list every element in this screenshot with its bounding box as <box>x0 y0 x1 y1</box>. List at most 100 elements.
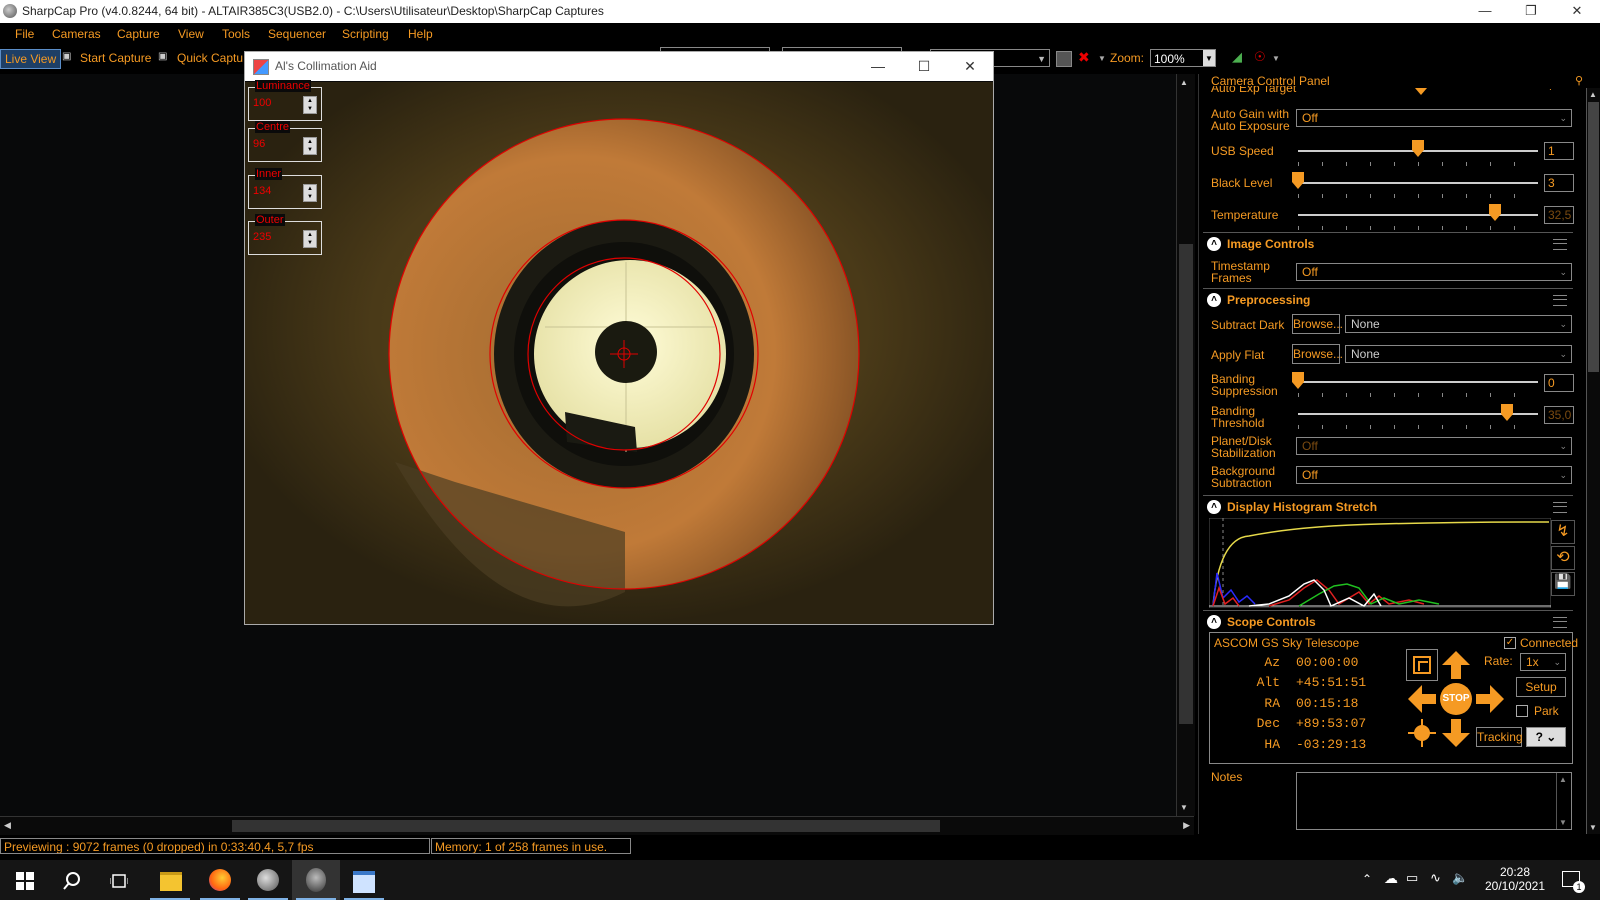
menu-view[interactable]: View <box>178 27 204 41</box>
inner-value[interactable]: 134 <box>253 185 299 197</box>
auto-gain-select[interactable]: Off ⌄ <box>1296 109 1572 127</box>
menu-help[interactable]: Help <box>408 27 433 41</box>
down-arrow-icon[interactable]: ▼ <box>304 239 316 247</box>
banding-suppression-slider[interactable] <box>1298 381 1538 383</box>
chevron-down-icon[interactable]: ▼ <box>1272 54 1280 63</box>
up-arrow-icon[interactable]: ▲ <box>304 185 316 193</box>
dialog-close-button[interactable]: ✕ <box>947 52 993 81</box>
scroll-thumb[interactable] <box>1179 244 1193 724</box>
sharpcap-taskbar-icon[interactable] <box>244 860 292 900</box>
inner-spinner[interactable]: Inner 134 ▲ ▼ <box>248 168 322 209</box>
windows-start-icon[interactable] <box>16 872 34 890</box>
scroll-up-icon[interactable]: ▲ <box>1180 78 1188 87</box>
banding-suppression-value[interactable]: 0 <box>1544 374 1574 392</box>
pin-icon[interactable]: ⚲ <box>1575 74 1583 87</box>
menu-cameras[interactable]: Cameras <box>52 27 101 41</box>
luminance-value[interactable]: 100 <box>253 97 299 109</box>
goto-icon[interactable] <box>1406 649 1438 681</box>
chevron-down-icon[interactable]: ▼ <box>1098 54 1106 63</box>
centre-spinner[interactable]: Centre 96 ▲ ▼ <box>248 121 322 162</box>
reset-icon[interactable]: ⟲ <box>1551 546 1575 570</box>
tracking-button[interactable]: Tracking <box>1476 727 1523 747</box>
up-arrow-icon[interactable]: ▲ <box>304 138 316 146</box>
file-explorer-icon[interactable] <box>146 860 194 900</box>
menu-icon[interactable] <box>1553 502 1567 513</box>
black-level-thumb[interactable] <box>1292 172 1304 190</box>
menu-tools[interactable]: Tools <box>222 27 250 41</box>
maximize-button[interactable]: ❐ <box>1508 0 1554 23</box>
scroll-thumb[interactable] <box>1588 102 1599 372</box>
auto-exp-target-value[interactable]: 120 <box>1549 86 1551 92</box>
subtract-dark-select[interactable]: None ⌄ <box>1345 315 1572 333</box>
scope-controls-header[interactable]: ˄ Scope Controls <box>1203 610 1573 633</box>
menu-scripting[interactable]: Scripting <box>342 27 389 41</box>
scroll-down-icon[interactable]: ▼ <box>1589 823 1597 832</box>
apply-flat-browse-button[interactable]: Browse... <box>1292 344 1343 364</box>
outer-value[interactable]: 235 <box>253 231 299 243</box>
notification-icon[interactable]: 1 <box>1562 871 1585 893</box>
timestamp-select[interactable]: Off ⌄ <box>1296 263 1572 281</box>
collapse-icon[interactable]: ˄ <box>1207 237 1221 251</box>
chevron-up-icon[interactable]: ⌃ <box>1362 872 1372 886</box>
quick-capture-button[interactable]: Quick Captu <box>177 51 243 65</box>
up-arrow-icon[interactable]: ▲ <box>304 231 316 239</box>
black-level-value[interactable]: 3 <box>1544 174 1574 192</box>
vertical-scrollbar[interactable]: ▲ ▼ <box>1176 74 1195 816</box>
stop-button[interactable]: STOP <box>1440 683 1472 715</box>
down-arrow-icon[interactable]: ▼ <box>304 105 316 113</box>
connected-checkbox[interactable]: ✓ <box>1504 637 1516 649</box>
setup-button[interactable]: Setup <box>1516 677 1566 697</box>
east-arrow-icon[interactable] <box>1474 683 1506 715</box>
apply-flat-select[interactable]: None ⌄ <box>1345 345 1572 363</box>
live-view-button[interactable]: Live View <box>0 49 62 69</box>
centre-value[interactable]: 96 <box>253 138 299 150</box>
notes-input[interactable]: ▲ ▼ <box>1296 772 1572 830</box>
collapse-icon[interactable]: ˄ <box>1207 615 1221 629</box>
outer-stepper[interactable]: ▲ ▼ <box>303 230 317 248</box>
save-icon[interactable]: 💾 <box>1551 572 1575 596</box>
centre-stepper[interactable]: ▲ ▼ <box>303 137 317 155</box>
menu-capture[interactable]: Capture <box>117 27 160 41</box>
scroll-left-icon[interactable]: ◀ <box>4 820 11 831</box>
histogram-header[interactable]: ˄ Display Histogram Stretch <box>1203 495 1573 518</box>
north-arrow-icon[interactable] <box>1440 649 1472 681</box>
scroll-thumb[interactable] <box>232 820 940 832</box>
inner-stepper[interactable]: ▲ ▼ <box>303 184 317 202</box>
down-arrow-icon[interactable]: ▼ <box>304 146 316 154</box>
firefox-icon[interactable] <box>196 860 244 900</box>
cross-icon[interactable]: ✖ <box>1078 49 1090 66</box>
notes-scrollbar[interactable]: ▲ ▼ <box>1556 773 1571 829</box>
menu-icon[interactable] <box>1553 295 1567 306</box>
outer-spinner[interactable]: Outer 235 ▲ ▼ <box>248 214 322 255</box>
volume-icon[interactable]: 🔈 <box>1452 870 1468 886</box>
south-arrow-icon[interactable] <box>1440 717 1472 749</box>
collapse-icon[interactable]: ˄ <box>1207 500 1221 514</box>
menu-sequencer[interactable]: Sequencer <box>268 27 326 41</box>
park-home-icon[interactable] <box>1406 717 1438 749</box>
horizontal-scrollbar[interactable]: ◀ ▶ <box>0 816 1194 835</box>
luminance-stepper[interactable]: ▲ ▼ <box>303 96 317 114</box>
image-controls-header[interactable]: ˄ Image Controls <box>1203 232 1573 255</box>
scroll-right-icon[interactable]: ▶ <box>1183 820 1190 831</box>
zoom-select[interactable]: 100% ▼ <box>1150 49 1216 67</box>
collapse-icon[interactable]: ˄ <box>1207 293 1221 307</box>
usb-speed-thumb[interactable] <box>1412 140 1424 158</box>
clock[interactable]: 20:28 20/10/2021 <box>1480 865 1550 893</box>
minimize-button[interactable]: — <box>1462 0 1508 23</box>
dialog-maximize-button[interactable]: ☐ <box>901 52 947 81</box>
histogram-icon[interactable]: ◢ <box>1232 49 1242 65</box>
luminance-spinner[interactable]: Luminance 100 ▲ ▼ <box>248 80 322 121</box>
window-app-icon[interactable] <box>340 860 388 900</box>
help-button[interactable]: ? ⌄ <box>1526 727 1566 747</box>
scroll-down-icon[interactable]: ▼ <box>1180 803 1188 812</box>
search-icon[interactable] <box>62 871 82 891</box>
lightning-icon[interactable]: ↯ <box>1551 520 1575 544</box>
stop-record-icon[interactable] <box>1056 51 1072 67</box>
west-arrow-icon[interactable] <box>1406 683 1438 715</box>
target-icon[interactable]: ☉ <box>1254 49 1266 65</box>
down-arrow-icon[interactable]: ▼ <box>304 193 316 201</box>
background-subtraction-select[interactable]: Off ⌄ <box>1296 466 1572 484</box>
up-arrow-icon[interactable]: ▲ <box>304 97 316 105</box>
wifi-icon[interactable]: ∿ <box>1430 870 1441 886</box>
auto-exp-thumb[interactable] <box>1415 88 1427 95</box>
